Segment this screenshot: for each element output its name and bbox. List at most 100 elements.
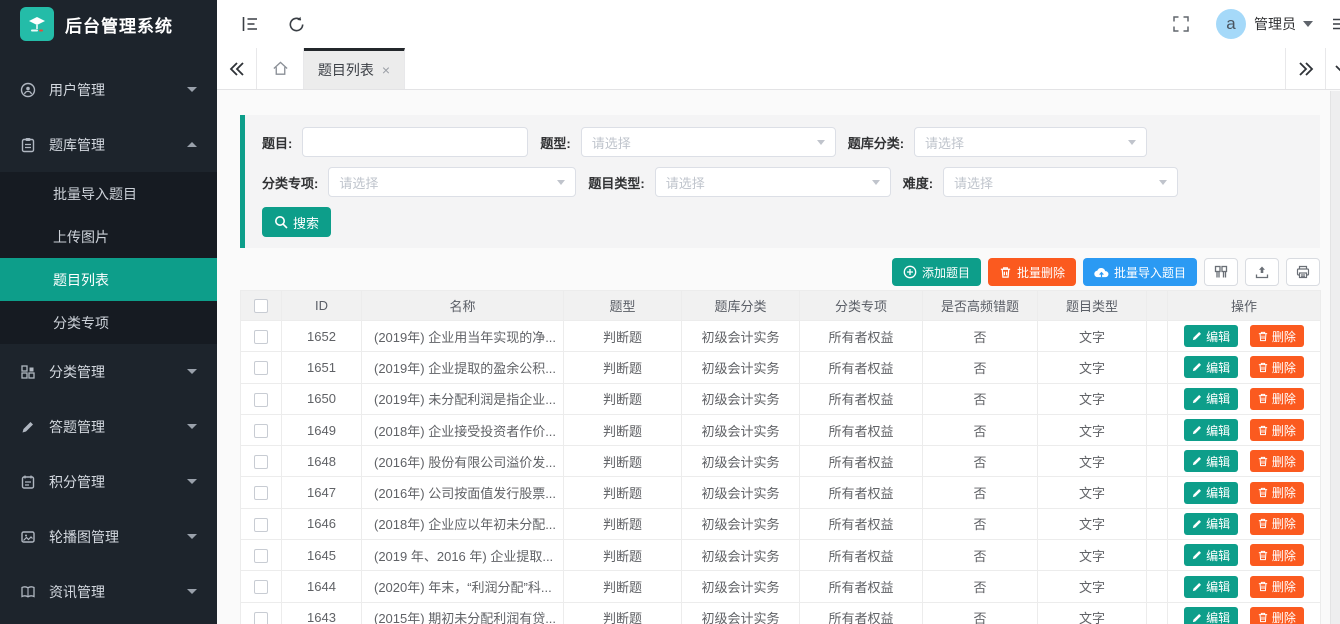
tab-home[interactable] bbox=[257, 48, 304, 89]
tab-label: 题目列表 bbox=[318, 60, 374, 80]
edit-button[interactable]: 编辑 bbox=[1184, 450, 1238, 472]
export-button[interactable] bbox=[1245, 258, 1279, 286]
bank-category-select[interactable]: 请选择 bbox=[914, 127, 1147, 157]
delete-button-label: 删除 bbox=[1272, 609, 1296, 624]
tab-options-chevron-down-icon[interactable] bbox=[1325, 48, 1340, 89]
tab-question-list[interactable]: 题目列表 × bbox=[304, 48, 405, 89]
cell-special: 所有者权益 bbox=[800, 414, 923, 445]
edit-button[interactable]: 编辑 bbox=[1184, 576, 1238, 598]
batch-delete-button[interactable]: 批量删除 bbox=[988, 258, 1076, 286]
search-button[interactable]: 搜索 bbox=[262, 207, 331, 237]
sidebar-item-news-management[interactable]: 资讯管理 bbox=[0, 564, 217, 619]
tabs-scroll-left-icon[interactable] bbox=[217, 48, 257, 89]
cell-actions: 编辑 删除 bbox=[1168, 477, 1321, 508]
delete-button[interactable]: 删除 bbox=[1250, 482, 1304, 504]
row-checkbox[interactable] bbox=[254, 330, 268, 344]
sidebar-item-carousel-management[interactable]: 轮播图管理 bbox=[0, 509, 217, 564]
content: 题目: 题型: 请选择 题库分类: 请选择 bbox=[217, 90, 1340, 624]
edit-button[interactable]: 编辑 bbox=[1184, 607, 1238, 624]
edit-button[interactable]: 编辑 bbox=[1184, 325, 1238, 347]
title-input[interactable] bbox=[302, 127, 528, 157]
edit-button[interactable]: 编辑 bbox=[1184, 419, 1238, 441]
select-placeholder: 请选择 bbox=[592, 133, 811, 152]
row-checkbox[interactable] bbox=[254, 580, 268, 594]
cell-qtype: 判断题 bbox=[564, 383, 682, 414]
cell-qtype: 判断题 bbox=[564, 321, 682, 352]
sidebar-item-user-management[interactable]: 用户管理 bbox=[0, 62, 217, 117]
overflow-menu-icon[interactable] bbox=[1331, 16, 1340, 32]
avatar[interactable]: a bbox=[1216, 9, 1246, 39]
row-checkbox[interactable] bbox=[254, 393, 268, 407]
topbar-right: a 管理员 bbox=[1168, 9, 1340, 39]
table-row: 1648 (2016年) 股份有限公司溢价发... 判断题 初级会计实务 所有者… bbox=[241, 446, 1321, 477]
sidebar-item-question-bank-management[interactable]: 题库管理 bbox=[0, 117, 217, 172]
table-row: 1646 (2018年) 企业应以年初未分配... 判断题 初级会计实务 所有者… bbox=[241, 508, 1321, 539]
tabs-scroll-right-icon[interactable] bbox=[1285, 48, 1325, 89]
edit-button[interactable]: 编辑 bbox=[1184, 513, 1238, 535]
edit-button[interactable]: 编辑 bbox=[1184, 482, 1238, 504]
column-settings-button[interactable] bbox=[1204, 258, 1238, 286]
difficulty-select[interactable]: 请选择 bbox=[943, 167, 1178, 197]
user-menu-chevron-down-icon[interactable] bbox=[1303, 21, 1313, 27]
select-all-checkbox[interactable] bbox=[254, 299, 268, 313]
print-button[interactable] bbox=[1286, 258, 1320, 286]
table-row: 1647 (2016年) 公司按面值发行股票... 判断题 初级会计实务 所有者… bbox=[241, 477, 1321, 508]
row-checkbox[interactable] bbox=[254, 455, 268, 469]
delete-button-label: 删除 bbox=[1272, 422, 1296, 439]
cell-spacer bbox=[1147, 508, 1168, 539]
sidebar-subitem-batch-import[interactable]: 批量导入题目 bbox=[0, 172, 217, 215]
delete-button[interactable]: 删除 bbox=[1250, 356, 1304, 378]
cell-spacer bbox=[1147, 477, 1168, 508]
select-placeholder: 请选择 bbox=[925, 133, 1122, 152]
delete-button[interactable]: 删除 bbox=[1250, 607, 1304, 624]
row-checkbox[interactable] bbox=[254, 549, 268, 563]
cell-special: 所有者权益 bbox=[800, 571, 923, 602]
collapse-sidebar-icon[interactable] bbox=[237, 11, 263, 37]
category-special-select[interactable]: 请选择 bbox=[328, 167, 576, 197]
edit-button[interactable]: 编辑 bbox=[1184, 388, 1238, 410]
delete-button[interactable]: 删除 bbox=[1250, 388, 1304, 410]
delete-button[interactable]: 删除 bbox=[1250, 544, 1304, 566]
column-header-id: ID bbox=[282, 291, 362, 321]
vertical-scrollbar[interactable] bbox=[1330, 91, 1340, 624]
row-checkbox[interactable] bbox=[254, 486, 268, 500]
row-checkbox[interactable] bbox=[254, 424, 268, 438]
sidebar-item-answer-management[interactable]: 答题管理 bbox=[0, 399, 217, 454]
add-question-button[interactable]: 添加题目 bbox=[892, 258, 981, 286]
edit-button[interactable]: 编辑 bbox=[1184, 356, 1238, 378]
row-checkbox[interactable] bbox=[254, 612, 268, 624]
row-checkbox[interactable] bbox=[254, 361, 268, 375]
trash-icon bbox=[1258, 550, 1268, 561]
close-icon[interactable]: × bbox=[382, 63, 390, 77]
delete-button[interactable]: 删除 bbox=[1250, 450, 1304, 472]
cell-id: 1648 bbox=[282, 446, 362, 477]
delete-button[interactable]: 删除 bbox=[1250, 325, 1304, 347]
sidebar-subitem-upload-image[interactable]: 上传图片 bbox=[0, 215, 217, 258]
table-row: 1650 (2019年) 未分配利润是指企业... 判断题 初级会计实务 所有者… bbox=[241, 383, 1321, 414]
trash-icon bbox=[1258, 393, 1268, 404]
question-bank-submenu: 批量导入题目 上传图片 题目列表 分类专项 bbox=[0, 172, 217, 344]
row-checkbox[interactable] bbox=[254, 518, 268, 532]
sidebar-subitem-category-special[interactable]: 分类专项 bbox=[0, 301, 217, 344]
content-type-select[interactable]: 请选择 bbox=[655, 167, 891, 197]
calendar-icon bbox=[20, 474, 36, 490]
cell-id: 1647 bbox=[282, 477, 362, 508]
cell-special: 所有者权益 bbox=[800, 446, 923, 477]
cell-actions: 编辑 删除 bbox=[1168, 540, 1321, 571]
delete-button[interactable]: 删除 bbox=[1250, 576, 1304, 598]
cell-id: 1650 bbox=[282, 383, 362, 414]
filter-row-1: 题目: 题型: 请选择 题库分类: 请选择 bbox=[262, 127, 1302, 157]
question-type-select[interactable]: 请选择 bbox=[581, 127, 836, 157]
cell-actions: 编辑 删除 bbox=[1168, 321, 1321, 352]
cell-special: 所有者权益 bbox=[800, 602, 923, 624]
cell-spacer bbox=[1147, 602, 1168, 624]
batch-import-button[interactable]: 批量导入题目 bbox=[1083, 258, 1197, 286]
fullscreen-icon[interactable] bbox=[1168, 11, 1194, 37]
sidebar-item-points-management[interactable]: 积分管理 bbox=[0, 454, 217, 509]
edit-button[interactable]: 编辑 bbox=[1184, 544, 1238, 566]
sidebar-subitem-question-list[interactable]: 题目列表 bbox=[0, 258, 217, 301]
refresh-icon[interactable] bbox=[283, 11, 309, 37]
delete-button[interactable]: 删除 bbox=[1250, 419, 1304, 441]
delete-button[interactable]: 删除 bbox=[1250, 513, 1304, 535]
sidebar-item-category-management[interactable]: 分类管理 bbox=[0, 344, 217, 399]
